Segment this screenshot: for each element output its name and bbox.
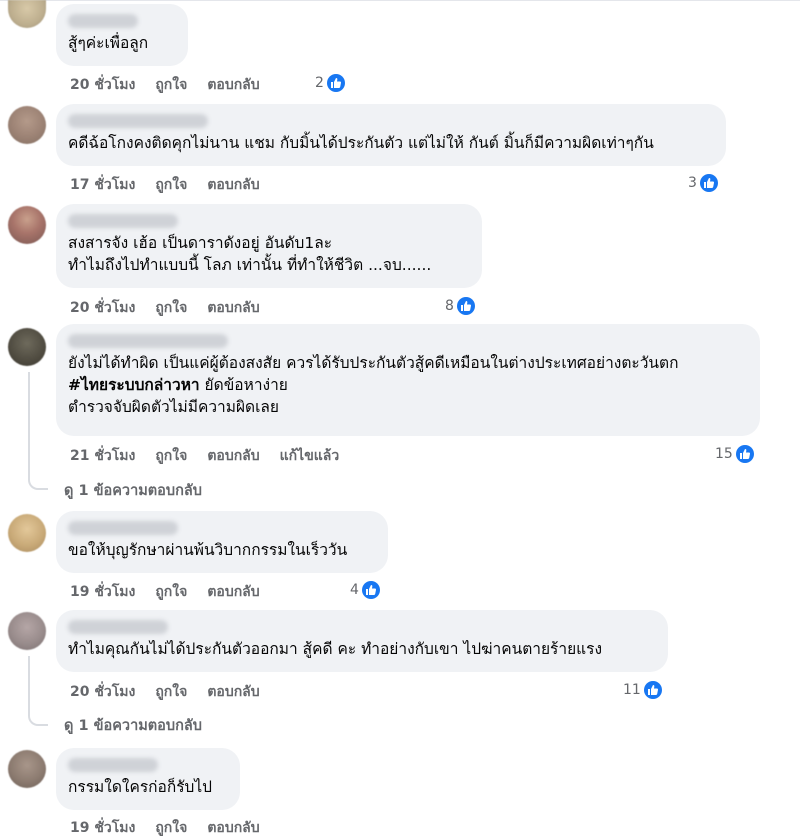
reply-button[interactable]: ตอบกลับ — [207, 445, 259, 467]
comment-timestamp[interactable]: 20 ชั่วโมง — [70, 74, 135, 96]
reaction-number: 15 — [715, 446, 733, 462]
reply-button[interactable]: ตอบกลับ — [207, 297, 259, 319]
avatar[interactable] — [8, 106, 46, 144]
comment-text: สู้ๆค่ะเพื่อลูก — [68, 34, 149, 52]
reply-button[interactable]: ตอบกลับ — [207, 581, 259, 603]
reply-button[interactable]: ตอบกลับ — [207, 174, 259, 196]
avatar[interactable] — [8, 328, 46, 366]
comment-timestamp[interactable]: 20 ชั่วโมง — [70, 681, 135, 703]
like-button[interactable]: ถูกใจ — [155, 174, 187, 196]
reply-button[interactable]: ตอบกลับ — [207, 817, 259, 839]
comment-text: กรรมใดใครก่อก็รับไป — [68, 778, 213, 796]
comment-timestamp[interactable]: 17 ชั่วโมง — [70, 174, 135, 196]
comment-timestamp[interactable]: 21 ชั่วโมง — [70, 445, 135, 467]
comment-actions: 20 ชั่วโมง ถูกใจ ตอบกลับ — [70, 681, 260, 703]
comment-actions: 19 ชั่วโมง ถูกใจ ตอบกลับ — [70, 817, 260, 839]
like-thumb-icon — [699, 174, 718, 192]
comment-timestamp[interactable]: 19 ชั่วโมง — [70, 817, 135, 839]
author-name-blurred[interactable] — [68, 114, 208, 128]
comment-actions: 20 ชั่วโมง ถูกใจ ตอบกลับ — [70, 74, 260, 96]
comment-bubble: ทำไมคุณกันไม่ได้ประกันตัวออกมา สู้คดี คะ… — [56, 610, 668, 672]
view-replies-link[interactable]: ดู 1 ข้อความตอบกลับ — [64, 479, 202, 502]
like-thumb-icon — [643, 681, 662, 699]
comment-text-fragment: ยัดข้อหาง่าย — [199, 376, 288, 394]
reaction-number: 3 — [688, 175, 697, 191]
comment-timestamp[interactable]: 20 ชั่วโมง — [70, 297, 135, 319]
comment-text: ขอให้บุญรักษาผ่านพ้นวิบากกรรมในเร็ววัน — [68, 541, 348, 559]
reply-button[interactable]: ตอบกลับ — [207, 681, 259, 703]
reaction-count[interactable]: 4 — [350, 581, 380, 599]
like-button[interactable]: ถูกใจ — [155, 681, 187, 703]
reaction-number: 2 — [315, 75, 324, 91]
comment-bubble: กรรมใดใครก่อก็รับไป — [56, 748, 240, 810]
comment-actions: 21 ชั่วโมง ถูกใจ ตอบกลับ แก้ไขแล้ว — [70, 445, 339, 467]
reaction-count[interactable]: 2 — [315, 74, 345, 92]
reply-thread-line — [28, 656, 48, 726]
comment-bubble: สู้ๆค่ะเพื่อลูก — [56, 4, 188, 66]
like-button[interactable]: ถูกใจ — [155, 581, 187, 603]
reaction-count[interactable]: 15 — [715, 445, 754, 463]
like-thumb-icon — [361, 581, 380, 599]
reaction-count[interactable]: 11 — [623, 681, 662, 699]
author-name-blurred[interactable] — [68, 758, 158, 772]
comment-actions: 20 ชั่วโมง ถูกใจ ตอบกลับ — [70, 297, 260, 319]
like-button[interactable]: ถูกใจ — [155, 297, 187, 319]
comment-text: ทำไมคุณกันไม่ได้ประกันตัวออกมา สู้คดี คะ… — [68, 640, 603, 658]
reaction-count[interactable]: 3 — [688, 174, 718, 192]
comment-timestamp[interactable]: 19 ชั่วโมง — [70, 581, 135, 603]
comment-bubble: ยังไม่ได้ทำผิด เป็นแค่ผู้ต้องสงสัย ควรได… — [56, 324, 760, 436]
avatar[interactable] — [8, 0, 46, 28]
comment-text-line: ทำไมถึงไปทำแบบนี้ โลภ เท่านั้น ที่ทำให้ช… — [68, 256, 432, 274]
view-replies-link[interactable]: ดู 1 ข้อความตอบกลับ — [64, 714, 202, 737]
author-name-blurred[interactable] — [68, 214, 178, 228]
comment-text-line: ตำรวจจับผิดตัวไม่มีความผิดเลย — [68, 398, 279, 416]
edited-label[interactable]: แก้ไขแล้ว — [280, 445, 340, 467]
comment-actions: 19 ชั่วโมง ถูกใจ ตอบกลับ — [70, 581, 260, 603]
reaction-count[interactable]: 8 — [445, 297, 475, 315]
author-name-blurred[interactable] — [68, 620, 168, 634]
comment-text-line: สงสารจัง เฮ้อ เป็นดาราดังอยู่ อันดับ1ละ — [68, 234, 333, 252]
avatar[interactable] — [8, 612, 46, 650]
comment-bubble: ขอให้บุญรักษาผ่านพ้นวิบากกรรมในเร็ววัน — [56, 511, 388, 573]
comment-bubble: สงสารจัง เฮ้อ เป็นดาราดังอยู่ อันดับ1ละ … — [56, 204, 482, 288]
reply-button[interactable]: ตอบกลับ — [207, 74, 259, 96]
comment-text-line: ยังไม่ได้ทำผิด เป็นแค่ผู้ต้องสงสัย ควรได… — [68, 354, 679, 372]
like-button[interactable]: ถูกใจ — [155, 74, 187, 96]
author-name-blurred[interactable] — [68, 14, 138, 28]
avatar[interactable] — [8, 750, 46, 788]
like-button[interactable]: ถูกใจ — [155, 817, 187, 839]
top-divider — [0, 0, 800, 1]
like-thumb-icon — [326, 74, 345, 92]
reaction-number: 4 — [350, 582, 359, 598]
reaction-number: 11 — [623, 682, 641, 698]
reaction-number: 8 — [445, 298, 454, 314]
like-button[interactable]: ถูกใจ — [155, 445, 187, 467]
author-name-blurred[interactable] — [68, 521, 178, 535]
comment-bubble: คดีฉ้อโกงคงติดคุกไม่นาน แชม กับมิ้นได้ปร… — [56, 104, 726, 166]
comment-actions: 17 ชั่วโมง ถูกใจ ตอบกลับ — [70, 174, 260, 196]
comment-text-line: #ไทยระบบกล่าวหา ยัดข้อหาง่าย — [68, 374, 748, 396]
author-name-blurred[interactable] — [68, 334, 228, 348]
like-thumb-icon — [735, 445, 754, 463]
avatar[interactable] — [8, 514, 46, 552]
avatar[interactable] — [8, 206, 46, 244]
hashtag-link[interactable]: #ไทยระบบกล่าวหา — [68, 376, 200, 394]
like-thumb-icon — [456, 297, 475, 315]
reply-thread-line — [28, 372, 48, 490]
comment-text: คดีฉ้อโกงคงติดคุกไม่นาน แชม กับมิ้นได้ปร… — [68, 134, 654, 152]
